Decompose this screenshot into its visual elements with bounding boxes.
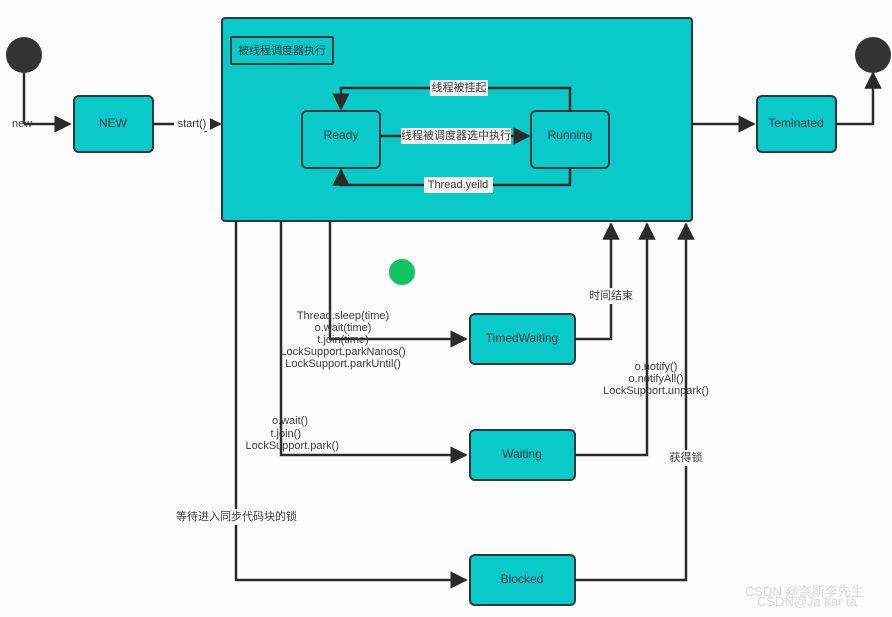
node-waiting-label: Waiting (502, 447, 542, 461)
start-state-dot (6, 37, 42, 73)
edge-label-yield: Thread.yeild (428, 179, 489, 191)
thread-state-diagram: 被线程调度器执行 new NEW start() Ready Running 线… (6, 17, 891, 606)
node-running-label: Running (548, 128, 593, 142)
edge-label-new: new (12, 118, 32, 130)
runnable-container-badge-label: 被线程调度器执行 (238, 43, 326, 57)
end-state-dot (855, 37, 891, 73)
edge-label-to-waiting-0: o.wait() (272, 415, 308, 427)
edge-label-to-timed-waiting-3: LockSupport.parkNanos() (280, 346, 405, 358)
edge-label-notify-0: o.notify() (635, 361, 678, 373)
edge-label-notify-1: o.notifyAll() (628, 373, 683, 385)
edge-acquire-lock (575, 222, 695, 582)
edge-label-time-end: 时间结束 (589, 289, 633, 302)
edge-label-suspended: 线程被挂起 (432, 80, 487, 94)
edge-label-start: start() (178, 118, 207, 130)
node-ready-label: Ready (324, 128, 359, 142)
edge-label-to-timed-waiting-0: Thread.sleep(time) (297, 310, 389, 322)
node-blocked-label: Blocked (501, 572, 544, 586)
edge-label-scheduled: 线程被调度器选中执行 (401, 128, 511, 142)
edge-label-to-timed-waiting-4: LockSupport.parkUntil() (285, 358, 401, 370)
green-status-dot (389, 259, 415, 285)
edge-label-to-timed-waiting-1: o.wait(time) (315, 322, 372, 334)
edge-label-notify-2: LockSupport.unpark() (603, 385, 709, 397)
node-terminated-label: Teminated (768, 116, 823, 130)
edge-label-acquire-lock: 获得锁 (670, 450, 703, 464)
edge-time-end (575, 222, 620, 341)
edge-label-to-waiting-2: LockSupport.park() (245, 440, 339, 452)
edge-label-to-blocked: 等待进入同步代码块的锁 (176, 509, 297, 523)
node-new-label: NEW (99, 116, 128, 130)
diagram-canvas: 被线程调度器执行 new NEW start() Ready Running 线… (0, 0, 892, 617)
edge-label-to-waiting-1: t.join() (270, 428, 301, 440)
edge-terminated-to-end (836, 71, 882, 126)
edge-to-blocked (234, 221, 468, 589)
watermark-secondary: CSDN@Ja kar ta (757, 594, 857, 609)
node-timed-waiting-label: TimedWaiting (486, 331, 558, 345)
edge-label-to-timed-waiting-2: t.join(time) (317, 334, 368, 346)
